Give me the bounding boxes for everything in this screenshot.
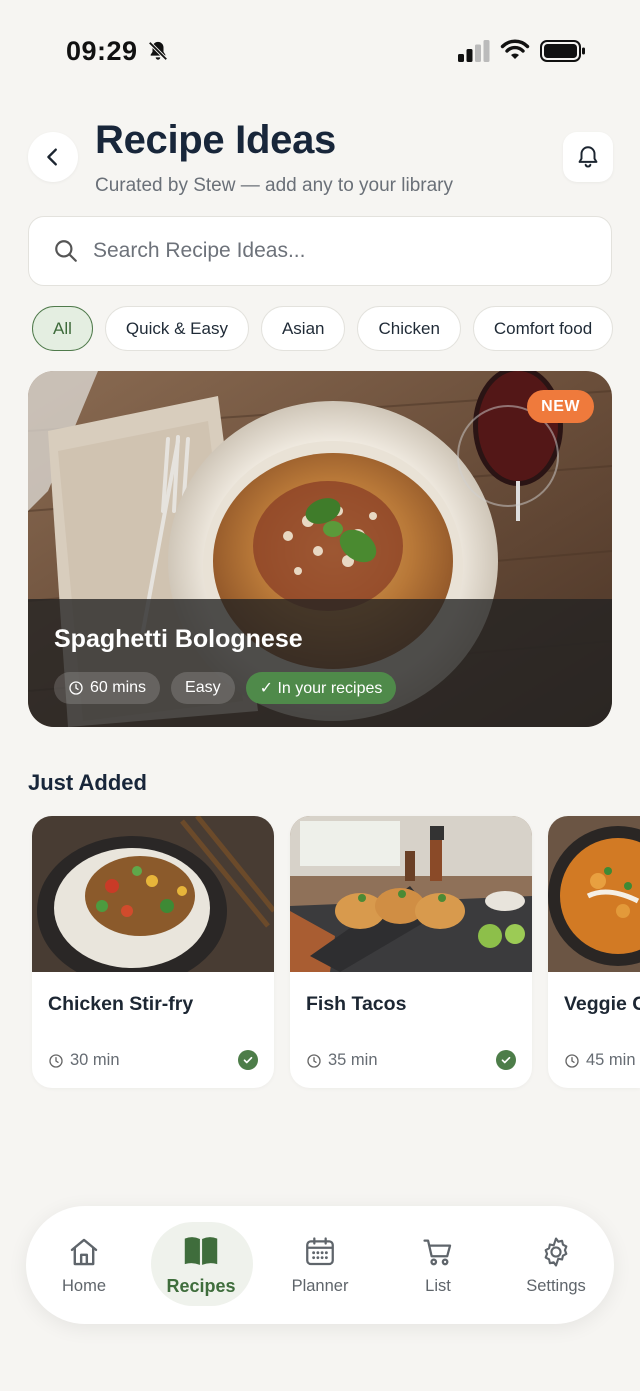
recipe-name: Chicken Stir-fry [48, 993, 194, 1015]
search-bar[interactable] [28, 216, 612, 286]
battery-icon [540, 40, 585, 62]
calendar-icon [306, 1236, 334, 1265]
recipe-card[interactable]: Fish Tacos 35 min [290, 816, 532, 1088]
cart-icon [423, 1239, 452, 1265]
bottom-nav: Home Recipes Planner List Settings [26, 1206, 614, 1324]
recipe-card[interactable]: Veggie Chickpea Curry 45 min [548, 816, 640, 1088]
signal-icon [458, 40, 490, 62]
recipe-image [32, 816, 274, 972]
bell-off-icon [148, 41, 168, 61]
recipe-image [548, 816, 640, 972]
nav-home-label: Home [61, 1276, 106, 1295]
search-icon [55, 240, 77, 262]
nav-planner-label: Planner [291, 1276, 349, 1295]
new-badge: NEW [527, 390, 594, 423]
recipe-time-value: 35 min [328, 1051, 378, 1069]
recipe-time: 30 min [48, 1051, 120, 1070]
featured-difficulty: Easy [171, 672, 235, 704]
page-subtitle: Curated by Stew — add any to your librar… [95, 175, 454, 196]
recipe-time: 35 min [306, 1051, 378, 1070]
recipe-name: Fish Tacos [306, 993, 407, 1015]
bell-icon [578, 146, 598, 168]
search-input[interactable] [93, 239, 573, 263]
featured-overlay [28, 599, 612, 727]
filter-chips: All Quick & Easy Asian Chicken Comfort f… [32, 306, 614, 351]
filter-chip-comfort-food[interactable]: Comfort food [472, 306, 614, 351]
status-time: 09:29 [66, 36, 138, 66]
nav-recipes[interactable]: Recipes [151, 1206, 253, 1324]
section-title-just-added: Just Added [28, 770, 147, 795]
saved-check-icon [496, 1050, 516, 1070]
clock-icon [49, 1053, 63, 1068]
notifications-button[interactable] [563, 132, 613, 182]
filter-chip-asian[interactable]: Asian [260, 306, 346, 351]
recipe-time: 45 min [564, 1051, 636, 1070]
recipe-time-value: 45 min [586, 1051, 636, 1069]
recipe-time-value: 30 min [70, 1051, 120, 1069]
featured-time: 60 mins [90, 679, 147, 696]
saved-check-icon [238, 1050, 258, 1070]
gear-icon [544, 1236, 568, 1267]
in-your-recipes-badge: ✓ In your recipes [245, 672, 397, 704]
featured-time-pill: 60 mins [54, 672, 161, 704]
filter-chip-quick-easy[interactable]: Quick & Easy [104, 306, 249, 351]
home-icon [70, 1238, 98, 1265]
clock-icon [307, 1053, 321, 1068]
nav-list-label: List [425, 1276, 451, 1295]
featured-recipe-card[interactable]: NEW Spaghetti Bolognese 60 mins Easy ✓ I… [28, 371, 612, 727]
nav-home[interactable]: Home [34, 1206, 134, 1324]
nav-settings[interactable]: Settings [506, 1206, 606, 1324]
clock-icon [69, 681, 83, 695]
book-icon [184, 1236, 218, 1265]
filter-chip-all[interactable]: All [32, 306, 93, 351]
nav-settings-label: Settings [526, 1276, 586, 1295]
recipe-card[interactable]: Chicken Stir-fry 30 min [32, 816, 274, 1088]
chevron-left-icon [47, 148, 57, 166]
clock-icon [565, 1053, 579, 1068]
recipe-image [290, 816, 532, 972]
nav-recipes-label: Recipes [166, 1275, 236, 1296]
nav-list[interactable]: List [388, 1206, 488, 1324]
back-button[interactable] [28, 132, 78, 182]
status-bar: 09:29 [0, 0, 640, 100]
nav-planner[interactable]: Planner [270, 1206, 370, 1324]
featured-recipe-meta: 60 mins Easy ✓ In your recipes [54, 672, 397, 704]
filter-chip-chicken[interactable]: Chicken [357, 306, 461, 351]
recipe-name: Veggie Chickpea Curry [564, 993, 640, 1015]
wifi-icon [500, 39, 530, 59]
page-title: Recipe Ideas [95, 118, 336, 162]
featured-recipe-title: Spaghetti Bolognese [54, 625, 303, 653]
